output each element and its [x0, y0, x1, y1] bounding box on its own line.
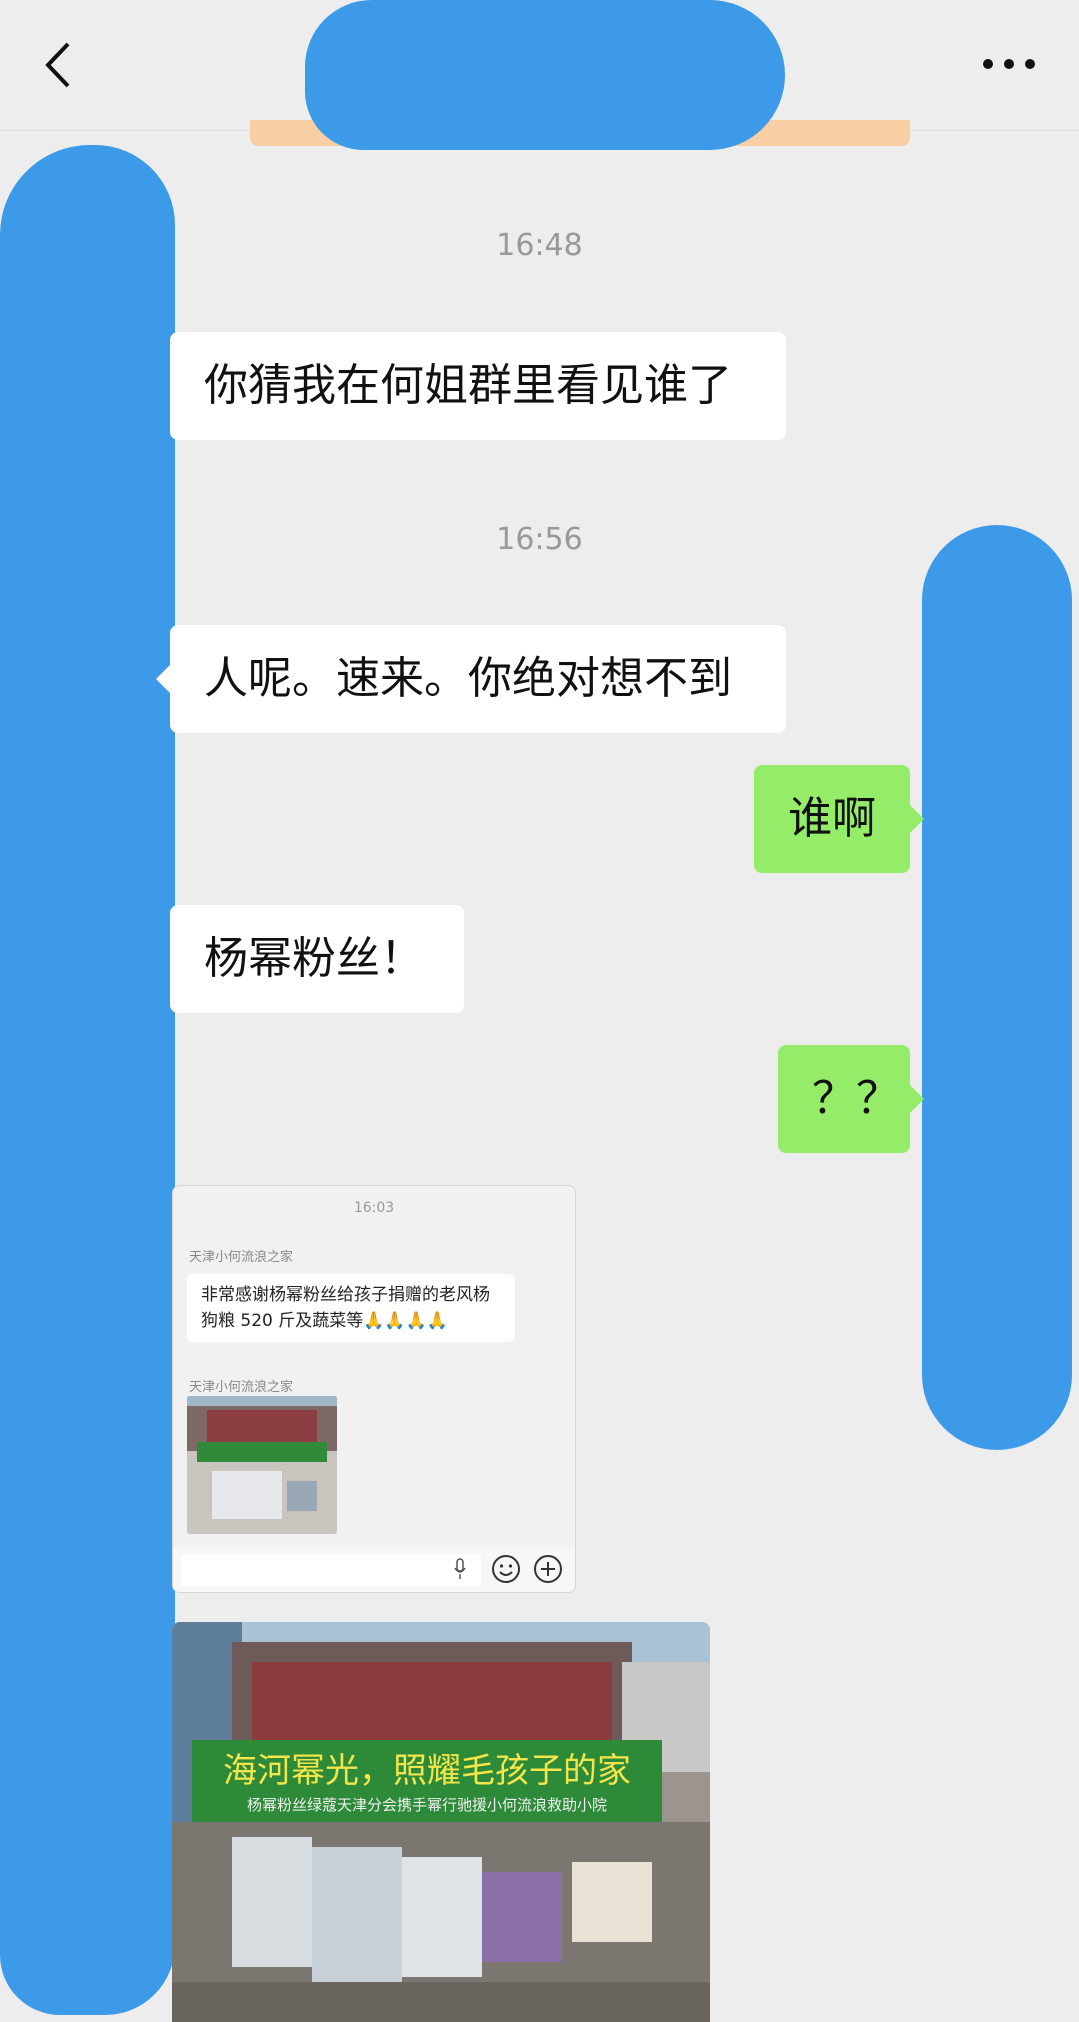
- timestamp: 16:56: [496, 522, 583, 557]
- nested-photo-thumbnail: [187, 1396, 337, 1534]
- photo-image-message[interactable]: 海河幂光，照耀毛孩子的家 杨幂粉丝绿蔻天津分会携手幂行驰援小何流浪救助小院: [172, 1622, 710, 2022]
- message-text: 谁啊: [788, 793, 876, 844]
- message-text: 杨幂粉丝！: [204, 933, 424, 984]
- nested-input-bar: [173, 1548, 575, 1592]
- timestamp: 16:48: [496, 228, 583, 263]
- banner-sub-text: 杨幂粉丝绿蔻天津分会携手幂行驰援小何流浪救助小院: [247, 1796, 607, 1814]
- message-bubble-right[interactable]: ？？: [778, 1045, 924, 1153]
- redaction-right-avatars: [922, 525, 1072, 1450]
- back-arrow-icon[interactable]: [40, 40, 80, 90]
- message-text: 你猜我在何姐群里看见谁了: [204, 360, 732, 411]
- nested-timestamp: 16:03: [353, 1200, 395, 1216]
- message-bubble-left[interactable]: 人呢。速来。你绝对想不到: [156, 625, 786, 733]
- microphone-icon: [454, 1558, 466, 1579]
- redaction-title: [305, 0, 785, 150]
- screenshot-image-message[interactable]: 16:03 天津小何流浪之家 非常感谢杨幂粉丝给孩子捐赠的老风杨狗粮 520 斤…: [172, 1185, 576, 1593]
- message-text: ？？: [812, 1073, 900, 1124]
- plus-icon: [534, 1555, 562, 1583]
- more-options-icon[interactable]: [979, 55, 1039, 73]
- redaction-left-avatars: [0, 145, 175, 2015]
- message-bubble-right[interactable]: 谁啊: [754, 765, 924, 873]
- banner-main-text: 海河幂光，照耀毛孩子的家: [223, 1751, 631, 1791]
- nested-input-box: [181, 1554, 481, 1586]
- nested-sender-name: 天津小何流浪之家: [189, 1380, 294, 1395]
- nested-sender-name: 天津小何流浪之家: [189, 1250, 294, 1265]
- emoji-icon: [492, 1555, 520, 1583]
- message-text: 人呢。速来。你绝对想不到: [204, 653, 732, 704]
- nested-message-bubble: 非常感谢杨幂粉丝给孩子捐赠的老风杨狗粮 520 斤及蔬菜等🙏🙏🙏🙏: [187, 1274, 515, 1342]
- message-bubble-left[interactable]: 你猜我在何姐群里看见谁了: [170, 332, 786, 440]
- message-bubble-left[interactable]: 杨幂粉丝！: [170, 905, 464, 1013]
